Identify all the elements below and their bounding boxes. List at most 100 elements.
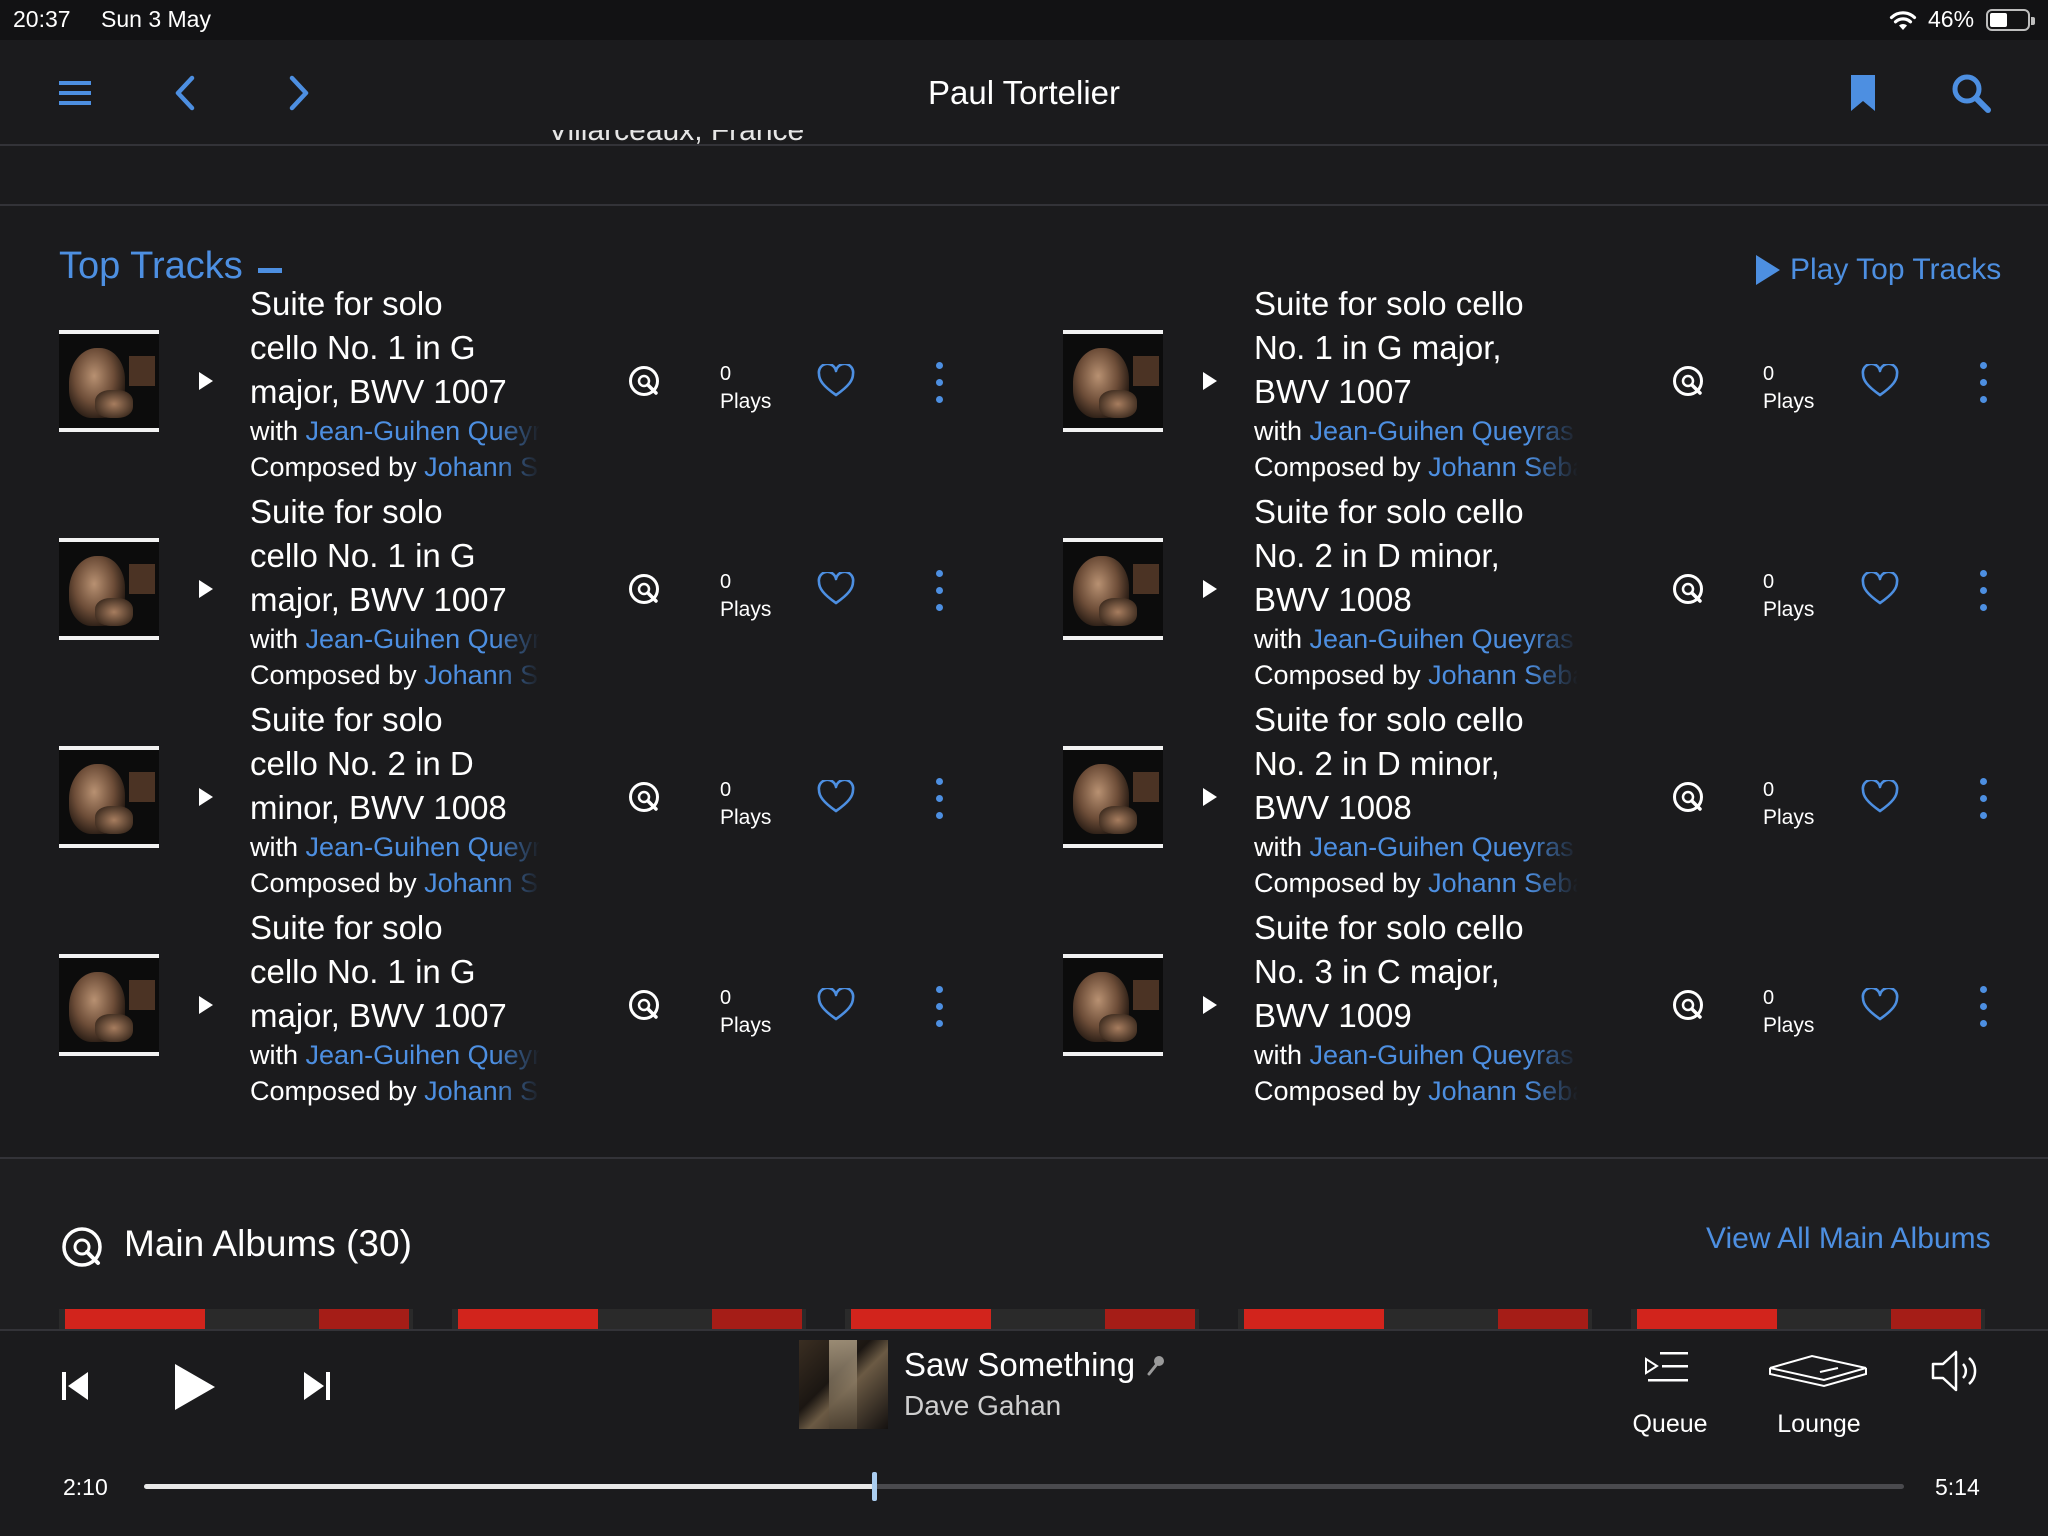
track-album-art[interactable] [59,538,159,640]
more-options-icon[interactable] [933,570,945,612]
track-title[interactable]: Suite for solo cello No. 1 in Gmajor, BWV… [250,906,507,1038]
performer-link[interactable]: Jean-Guihen Queyras [1310,624,1574,654]
heart-icon[interactable] [817,778,855,819]
track-row[interactable]: Suite for solo cello No. 2 in Dminor, BWV… [59,698,999,906]
performer-link[interactable]: Jean-Guihen Queyras [306,416,540,446]
qobuz-disc-icon[interactable] [627,364,661,403]
track-title[interactable]: Suite for solo cello No. 1 in G major, BWV… [1254,282,1524,414]
more-options-icon[interactable] [1977,570,1989,612]
composer-link[interactable]: Johann Sebastian Bach [1428,1076,1578,1106]
performer-link[interactable]: Jean-Guihen Queyras [1310,1040,1574,1070]
chevron-left-icon[interactable] [160,68,210,118]
queue-label[interactable]: Queue [1626,1410,1714,1439]
skip-previous-icon[interactable] [62,1370,90,1407]
more-options-icon[interactable] [933,778,945,820]
play-track-icon[interactable] [1203,580,1217,598]
qobuz-disc-icon[interactable] [1671,572,1705,611]
chevron-right-icon[interactable] [274,68,324,118]
track-title[interactable]: Suite for solo cello No. 2 in Dminor, BWV… [250,698,507,830]
heart-icon[interactable] [1861,778,1899,819]
bookmark-icon[interactable] [1838,68,1888,118]
play-track-icon[interactable] [1203,372,1217,390]
heart-icon[interactable] [817,986,855,1027]
composer-link[interactable]: Johann Sebastian Bach [424,452,540,482]
more-options-icon[interactable] [1977,986,1989,1028]
album-thumbnail[interactable] [59,1309,413,1329]
track-row[interactable]: Suite for solo cello No. 3 in C major, BWV… [1063,906,2003,1114]
track-composer-line: Composed by Johann Sebastian Bach [1254,660,1578,691]
heart-icon[interactable] [817,362,855,403]
album-thumbnail[interactable] [452,1309,806,1329]
performer-link[interactable]: Jean-Guihen Queyras [1310,416,1574,446]
heart-icon[interactable] [817,570,855,611]
track-row[interactable]: Suite for solo cello No. 2 in D minor, BWV… [1063,698,2003,906]
play-track-icon[interactable] [1203,996,1217,1014]
now-playing-artist[interactable]: Dave Gahan [904,1390,1061,1422]
play-track-icon[interactable] [1203,788,1217,806]
now-playing-album-art[interactable] [799,1340,888,1429]
composer-link[interactable]: Johann Sebastian Bach [424,1076,540,1106]
play-track-icon[interactable] [199,580,213,598]
divider [0,204,2048,206]
more-options-icon[interactable] [933,986,945,1028]
track-title[interactable]: Suite for solo cello No. 2 in D minor, BWV… [1254,698,1524,830]
zone-label[interactable]: Lounge [1764,1410,1874,1439]
track-album-art[interactable] [1063,954,1163,1056]
track-row[interactable]: Suite for solo cello No. 1 in Gmajor, BWV… [59,906,999,1114]
performer-link[interactable]: Jean-Guihen Queyras [306,624,540,654]
play-track-icon[interactable] [199,788,213,806]
qobuz-disc-icon[interactable] [627,572,661,611]
composer-link[interactable]: Johann Sebastian Bach [424,660,540,690]
track-row[interactable]: Suite for solo cello No. 1 in G major, BWV… [1063,282,2003,490]
now-playing-title-row[interactable]: Saw Something [904,1346,1165,1384]
qobuz-disc-icon[interactable] [1671,364,1705,403]
track-row[interactable]: Suite for solo cello No. 1 in Gmajor, BWV… [59,282,999,490]
skip-next-icon[interactable] [302,1370,330,1407]
search-icon[interactable] [1946,68,1996,118]
track-album-art[interactable] [1063,746,1163,848]
qobuz-disc-icon[interactable] [1671,988,1705,1027]
composer-link[interactable]: Johann Sebastian Bach [1428,868,1578,898]
album-thumbnail[interactable] [1238,1309,1592,1329]
performer-link[interactable]: Jean-Guihen Queyras [306,1040,540,1070]
heart-icon[interactable] [1861,570,1899,611]
play-track-icon[interactable] [199,996,213,1014]
track-album-art[interactable] [59,330,159,432]
play-track-icon[interactable] [199,372,213,390]
composer-link[interactable]: Johann Sebastian Bach [1428,660,1578,690]
qobuz-disc-icon[interactable] [1671,780,1705,819]
progress-handle[interactable] [872,1472,878,1501]
hamburger-menu-icon[interactable] [50,68,100,118]
track-album-art[interactable] [1063,330,1163,432]
progress-bar[interactable] [144,1472,1904,1501]
performer-link[interactable]: Jean-Guihen Queyras [306,832,540,862]
view-all-main-albums-link[interactable]: View All Main Albums [1706,1222,1991,1256]
track-title[interactable]: Suite for solo cello No. 1 in Gmajor, BWV… [250,490,507,622]
volume-icon[interactable] [1930,1348,1984,1399]
track-album-art[interactable] [59,954,159,1056]
zone-device-icon[interactable] [1768,1352,1868,1393]
queue-icon[interactable] [1644,1350,1690,1389]
track-row[interactable]: Suite for solo cello No. 2 in D minor, BWV… [1063,490,2003,698]
heart-icon[interactable] [1861,986,1899,1027]
composer-link[interactable]: Johann Sebastian Bach [1428,452,1578,482]
qobuz-disc-icon[interactable] [627,988,661,1027]
collapse-minus-icon[interactable] [258,268,282,273]
play-icon[interactable] [173,1362,217,1417]
track-row[interactable]: Suite for solo cello No. 1 in Gmajor, BWV… [59,490,999,698]
track-title[interactable]: Suite for solo cello No. 3 in C major, BWV… [1254,906,1524,1038]
track-title[interactable]: Suite for solo cello No. 1 in Gmajor, BWV… [250,282,507,414]
heart-icon[interactable] [1861,362,1899,403]
track-title[interactable]: Suite for solo cello No. 2 in D minor, BWV… [1254,490,1524,622]
album-thumbnail[interactable] [845,1309,1199,1329]
qobuz-disc-icon[interactable] [627,780,661,819]
more-options-icon[interactable] [1977,362,1989,404]
more-options-icon[interactable] [933,362,945,404]
track-performer-line: with Jean-Guihen Queyras [1254,1040,1574,1070]
composer-link[interactable]: Johann Sebastian Bach [424,868,540,898]
album-thumbnail[interactable] [1631,1309,1985,1329]
track-album-art[interactable] [59,746,159,848]
more-options-icon[interactable] [1977,778,1989,820]
track-album-art[interactable] [1063,538,1163,640]
performer-link[interactable]: Jean-Guihen Queyras [1310,832,1574,862]
